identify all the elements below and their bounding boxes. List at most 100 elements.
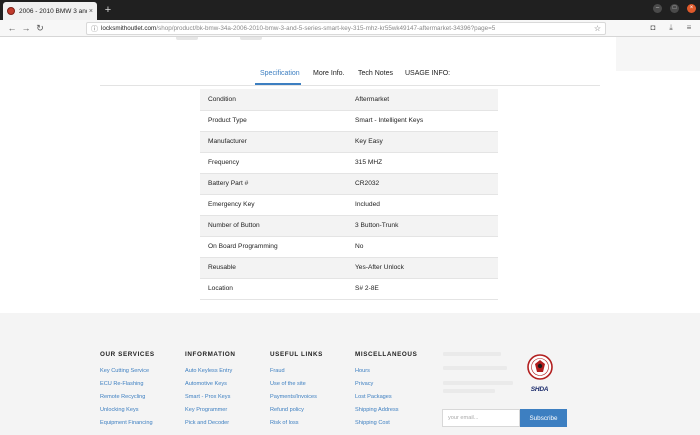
footer-link[interactable]: Key Cutting Service	[100, 365, 155, 378]
spec-value: Aftermarket	[348, 89, 498, 111]
table-row: On Board Programming No	[200, 236, 498, 258]
table-row: Battery Part # CR2032	[200, 173, 498, 195]
spec-key: On Board Programming	[200, 236, 348, 258]
spec-key: Location	[200, 278, 348, 300]
table-row: Product Type Smart - Intelligent Keys	[200, 110, 498, 132]
spec-key: Reusable	[200, 257, 348, 279]
browser-tab-title: 2006 - 2010 BMW 3 and 5	[19, 7, 87, 15]
spec-value: S# 2-8E	[348, 278, 498, 300]
close-tab-icon[interactable]: ×	[89, 8, 93, 15]
footer-link[interactable]: Smart - Prox Keys	[185, 391, 236, 404]
table-row: Emergency Key Included	[200, 194, 498, 216]
footer-heading: OUR SERVICES	[100, 351, 155, 358]
spec-key: Battery Part #	[200, 173, 348, 195]
spec-key: Condition	[200, 89, 348, 111]
footer-column-our-services: OUR SERVICES Key Cutting Service ECU Re-…	[100, 350, 155, 430]
url-domain: locksmithoutlet.com	[101, 25, 157, 32]
bookmark-star-icon[interactable]: ☆	[594, 24, 601, 33]
spec-value: CR2032	[348, 173, 498, 195]
browser-tab-bar: 2006 - 2010 BMW 3 and 5 × + – □ ×	[0, 0, 700, 20]
browser-nav-bar: ← → ↻ ⓘ locksmithoutlet.com/shop/product…	[0, 20, 700, 37]
tab-specification[interactable]: Specification	[260, 70, 300, 77]
faint-text	[443, 389, 495, 393]
spec-value: 3 Button-Trunk	[348, 215, 498, 237]
footer-link[interactable]: Remote Recycling	[100, 391, 155, 404]
footer-link[interactable]: Auto Keyless Entry	[185, 365, 236, 378]
footer-link[interactable]: Privacy	[355, 378, 417, 391]
spec-value: No	[348, 236, 498, 258]
footer-column-miscellaneous: MISCELLANEOUS Hours Privacy Lost Package…	[355, 350, 417, 430]
faint-text	[443, 352, 501, 356]
active-tab-indicator	[255, 83, 301, 85]
footer-link[interactable]: Pick and Decoder	[185, 417, 236, 430]
table-row: Condition Aftermarket	[200, 89, 498, 111]
minimize-window-icon[interactable]: –	[653, 4, 662, 13]
specification-table: Condition Aftermarket Product Type Smart…	[200, 89, 498, 300]
table-row: Number of Button 3 Button-Trunk	[200, 215, 498, 237]
tab-usage-info[interactable]: USAGE INFO:	[405, 70, 450, 77]
side-panel	[616, 37, 700, 71]
newsletter-form: Subscribe	[442, 409, 567, 427]
footer-link[interactable]: Shipping Cost	[355, 417, 417, 430]
truncated-button	[176, 37, 198, 40]
footer-link[interactable]: Shipping Address	[355, 404, 417, 417]
footer-link[interactable]: Fraud	[270, 365, 323, 378]
footer-link[interactable]: Equipment Financing	[100, 417, 155, 430]
seal-caption: SHDA	[530, 386, 549, 393]
spec-value: Included	[348, 194, 498, 216]
reload-icon[interactable]: ↻	[34, 22, 46, 34]
table-row: Frequency 315 MHZ	[200, 152, 498, 174]
faint-text	[443, 366, 507, 370]
faint-text	[443, 381, 513, 385]
spec-value: Key Easy	[348, 131, 498, 153]
table-row: Location S# 2-8E	[200, 278, 498, 300]
address-bar[interactable]: ⓘ locksmithoutlet.com/shop/product/bk-bm…	[86, 22, 606, 35]
spec-value: 315 MHZ	[348, 152, 498, 174]
new-tab-button[interactable]: +	[101, 3, 115, 17]
footer-heading: USEFUL LINKS	[270, 351, 323, 358]
subscribe-button[interactable]: Subscribe	[520, 409, 567, 427]
site-info-icon[interactable]: ⓘ	[91, 24, 101, 34]
footer-column-useful-links: USEFUL LINKS Fraud Use of the site Payme…	[270, 350, 323, 430]
close-window-icon[interactable]: ×	[687, 4, 696, 13]
table-row: Reusable Yes-After Unlock	[200, 257, 498, 279]
tab-more-info[interactable]: More Info.	[313, 70, 345, 77]
site-favicon-icon	[7, 7, 15, 15]
back-arrow-icon[interactable]: ←	[6, 22, 18, 34]
footer-link[interactable]: Refund policy	[270, 404, 323, 417]
spec-key: Emergency Key	[200, 194, 348, 216]
spec-key: Manufacturer	[200, 131, 348, 153]
maximize-window-icon[interactable]: □	[670, 4, 679, 13]
spec-key: Number of Button	[200, 215, 348, 237]
footer-link[interactable]: Lost Packages	[355, 391, 417, 404]
spec-value: Yes-After Unlock	[348, 257, 498, 279]
forward-arrow-icon[interactable]: →	[20, 22, 32, 34]
newsletter-email-input[interactable]	[442, 409, 520, 427]
footer-column-information: INFORMATION Auto Keyless Entry Automotiv…	[185, 350, 236, 430]
footer-link[interactable]: Hours	[355, 365, 417, 378]
footer-link[interactable]: ECU Re-Flashing	[100, 378, 155, 391]
footer-link[interactable]: Use of the site	[270, 378, 323, 391]
window-controls: – □ ×	[653, 4, 696, 13]
pocket-icon[interactable]: ◘	[648, 23, 658, 33]
menu-icon[interactable]: ≡	[684, 23, 694, 33]
toolbar-icons: ◘ ⤓ ≡	[648, 23, 694, 33]
footer-heading: INFORMATION	[185, 351, 236, 358]
url-path: /shop/product/bk-bmw-34a-2006-2010-bmw-3…	[156, 25, 496, 32]
url-text[interactable]: locksmithoutlet.com/shop/product/bk-bmw-…	[101, 25, 591, 32]
table-row: Manufacturer Key Easy	[200, 131, 498, 153]
footer-heading: MISCELLANEOUS	[355, 351, 418, 358]
spec-key: Frequency	[200, 152, 348, 174]
footer-link[interactable]: Risk of loss	[270, 417, 323, 430]
spec-value: Smart - Intelligent Keys	[348, 110, 498, 132]
browser-tab[interactable]: 2006 - 2010 BMW 3 and 5 ×	[3, 2, 97, 20]
footer-link[interactable]: Payments/Invoices	[270, 391, 323, 404]
footer-link[interactable]: Unlocking Keys	[100, 404, 155, 417]
tab-tech-notes[interactable]: Tech Notes	[358, 70, 393, 77]
downloads-icon[interactable]: ⤓	[666, 23, 676, 33]
product-tabs: Specification More Info. Tech Notes USAG…	[100, 66, 600, 86]
footer-link[interactable]: Key Programmer	[185, 404, 236, 417]
spec-key: Product Type	[200, 110, 348, 132]
footer-link[interactable]: Automotive Keys	[185, 378, 236, 391]
truncated-button	[240, 37, 262, 40]
